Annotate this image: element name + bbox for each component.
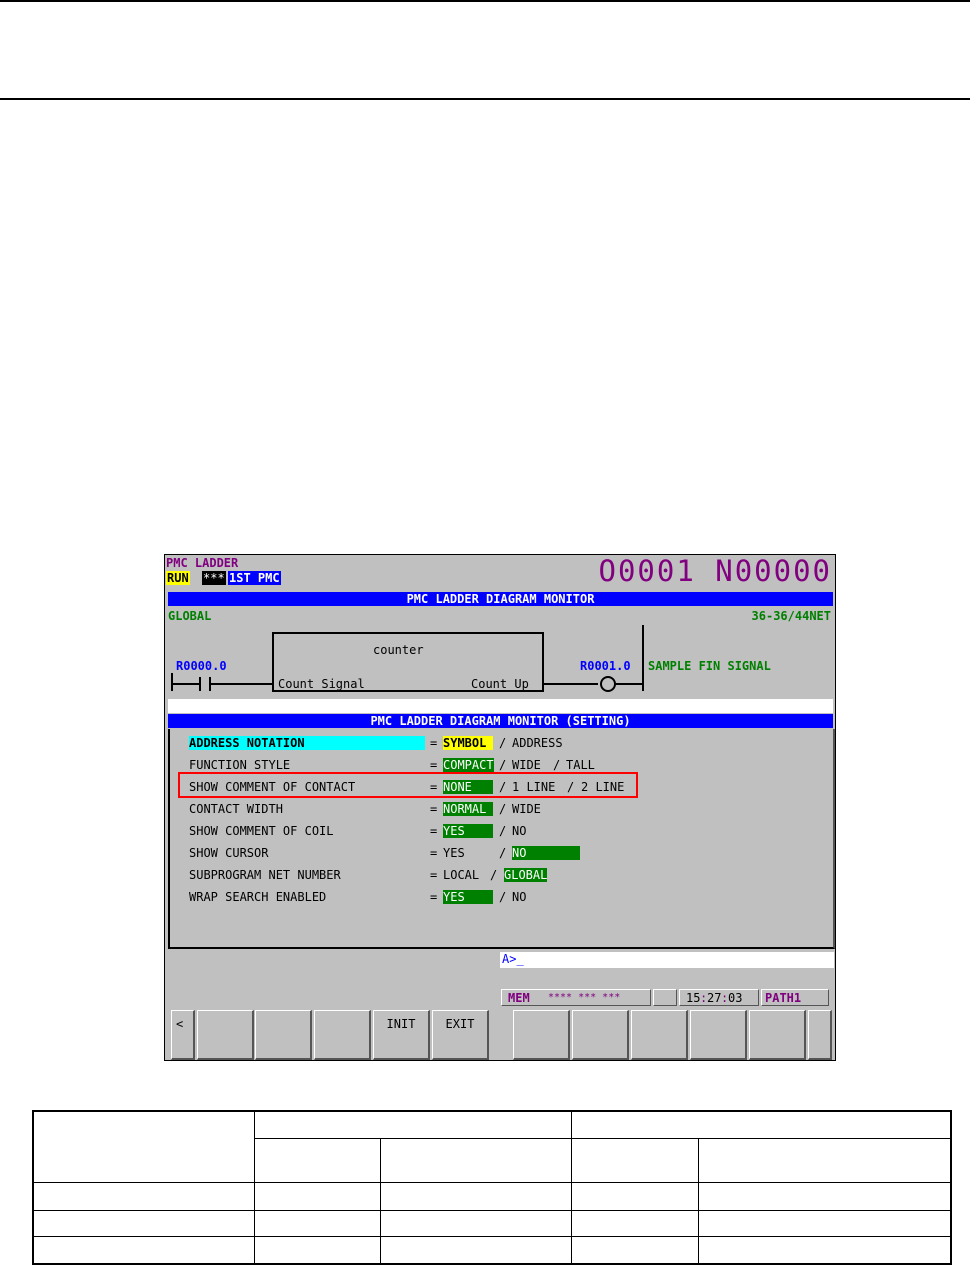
setting-show-comment-coil[interactable]: SHOW COMMENT OF COIL xyxy=(189,824,334,838)
softkey-1-button[interactable] xyxy=(197,1010,254,1060)
softkey-9-button[interactable] xyxy=(690,1010,747,1060)
option-yes[interactable]: YES xyxy=(443,890,493,904)
cnc-screen: PMC LADDER RUN *** 1ST PMC O0001 N00000 … xyxy=(164,554,836,1061)
table-cell xyxy=(571,1110,952,1140)
coil-comment: SAMPLE FIN SIGNAL xyxy=(648,659,771,673)
clock-minutes: 27 xyxy=(707,991,722,1005)
program-number: O0001 N00000 xyxy=(598,554,832,588)
option-wide[interactable]: WIDE xyxy=(512,802,541,816)
softkey-exit-button[interactable]: EXIT xyxy=(432,1010,489,1060)
status-mode: MEM xyxy=(508,991,530,1005)
path-label: PATH1 xyxy=(765,991,802,1005)
softkey-prev-button[interactable]: < xyxy=(171,1010,195,1060)
softkey-2-button[interactable] xyxy=(255,1010,312,1060)
function-name: counter xyxy=(373,643,424,657)
output-label: Count Up xyxy=(471,677,529,691)
option-symbol[interactable]: SYMBOL xyxy=(443,736,493,750)
option-yes[interactable]: YES xyxy=(443,846,465,860)
run-status: RUN xyxy=(166,571,190,585)
setting-show-cursor[interactable]: SHOW CURSOR xyxy=(189,846,268,860)
option-sep: / xyxy=(499,758,507,772)
option-no[interactable]: NO xyxy=(512,824,526,838)
table-row xyxy=(32,1182,952,1212)
setting-subprogram-net-number[interactable]: SUBPROGRAM NET NUMBER xyxy=(189,868,341,882)
setting-eq: = xyxy=(430,802,438,816)
monitor-title-bar: PMC LADDER DIAGRAM MONITOR xyxy=(168,592,833,606)
option-no[interactable]: NO xyxy=(512,846,580,860)
softkey-7-button[interactable] xyxy=(572,1010,629,1060)
softkey-init-button[interactable]: INIT xyxy=(373,1010,430,1060)
softkey-next-button[interactable] xyxy=(808,1010,832,1060)
option-sep: / xyxy=(490,868,498,882)
softkey-6-button[interactable] xyxy=(513,1010,570,1060)
net-position: 36-36/44NET xyxy=(751,609,831,623)
coil-address: R0001.0 xyxy=(580,659,631,673)
table-cell xyxy=(32,1110,256,1184)
option-tall[interactable]: TALL xyxy=(566,758,595,772)
setting-eq: = xyxy=(430,890,438,904)
mode-label: PMC LADDER xyxy=(166,556,239,570)
scope-label: GLOBAL xyxy=(168,609,212,623)
option-address[interactable]: ADDRESS xyxy=(512,736,563,750)
annotation-box xyxy=(178,772,638,798)
option-sep: / xyxy=(553,758,561,772)
top-rule xyxy=(0,0,970,2)
option-normal[interactable]: NORMAL xyxy=(443,802,493,816)
setting-contact-width[interactable]: CONTACT WIDTH xyxy=(189,802,283,816)
status-stars: *** xyxy=(202,571,226,585)
ladder-diagram[interactable]: R0000.0 counter Count Signal Count Up R0… xyxy=(168,625,833,697)
option-sep: / xyxy=(499,890,507,904)
pmc-badge: 1ST PMC xyxy=(228,571,281,585)
option-global[interactable]: GLOBAL xyxy=(504,868,548,882)
table-cell xyxy=(254,1110,573,1140)
option-sep: / xyxy=(499,846,507,860)
option-yes[interactable]: YES xyxy=(443,824,493,838)
table-cell xyxy=(571,1138,700,1184)
option-sep: / xyxy=(499,736,507,750)
status-stars-line: **** *** *** xyxy=(548,992,621,1003)
setting-wrap-search-enabled[interactable]: WRAP SEARCH ENABLED xyxy=(189,890,326,904)
option-no[interactable]: NO xyxy=(512,890,526,904)
option-wide[interactable]: WIDE xyxy=(512,758,541,772)
contact-address: R0000.0 xyxy=(176,659,227,673)
command-input[interactable]: A>_ xyxy=(500,952,834,968)
table-cell xyxy=(254,1138,381,1184)
table-cell xyxy=(379,1138,573,1184)
path-cell: PATH1 xyxy=(761,989,829,1006)
status-mode-cell: MEM **** *** *** xyxy=(501,989,651,1006)
setting-address-notation[interactable]: ADDRESS NOTATION xyxy=(189,736,425,750)
status-empty-cell xyxy=(653,989,677,1006)
option-sep: / xyxy=(499,824,507,838)
softkey-8-button[interactable] xyxy=(631,1010,688,1060)
clock-cell: 15:27:03 xyxy=(679,989,759,1006)
softkey-3-button[interactable] xyxy=(314,1010,371,1060)
clock-seconds: 03 xyxy=(728,991,743,1005)
setting-eq: = xyxy=(430,846,438,860)
setting-title-bar: PMC LADDER DIAGRAM MONITOR (SETTING) xyxy=(168,714,833,728)
blank-line xyxy=(168,699,833,713)
table-row xyxy=(32,1235,952,1265)
option-compact[interactable]: COMPACT xyxy=(443,758,494,772)
table-row xyxy=(32,1210,952,1237)
setting-eq: = xyxy=(430,736,438,750)
setting-eq: = xyxy=(430,868,438,882)
input-label: Count Signal xyxy=(278,677,365,691)
softkey-10-button[interactable] xyxy=(749,1010,806,1060)
empty-table xyxy=(32,1110,952,1265)
setting-eq: = xyxy=(430,758,438,772)
setting-function-style[interactable]: FUNCTION STYLE xyxy=(189,758,290,772)
setting-eq: = xyxy=(430,824,438,838)
table-cell xyxy=(698,1138,952,1184)
option-sep: / xyxy=(499,802,507,816)
clock-hours: 15 xyxy=(686,991,701,1005)
header-rule xyxy=(0,98,970,100)
option-local[interactable]: LOCAL xyxy=(443,868,479,882)
